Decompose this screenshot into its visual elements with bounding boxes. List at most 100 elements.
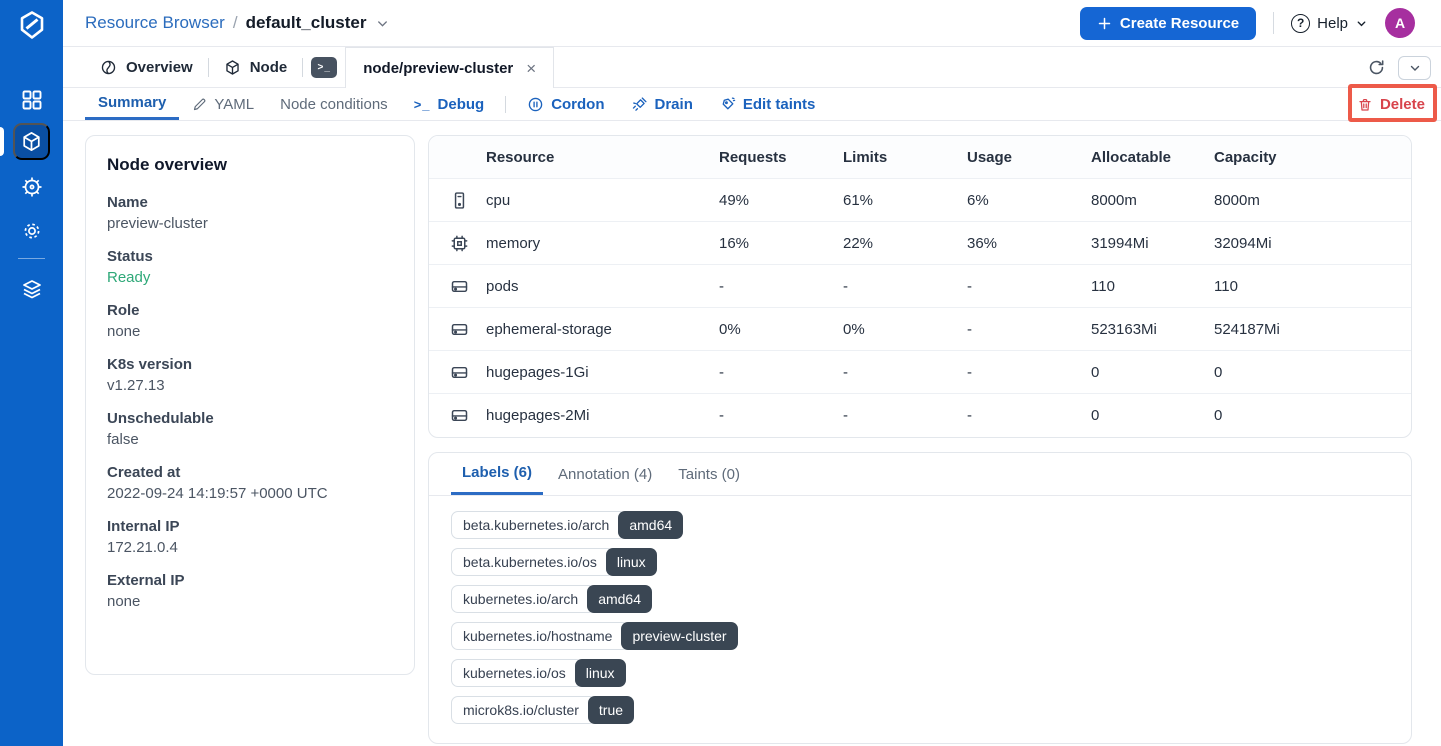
chevron-down-icon[interactable] (375, 16, 390, 31)
active-tab-label: node/preview-cluster (363, 59, 514, 77)
cube-icon (224, 59, 241, 76)
table-header-row: Resource Requests Limits Usage Allocatab… (429, 136, 1411, 179)
toolbar-node-conditions[interactable]: Node conditions (267, 88, 401, 120)
toolbar-divider (505, 95, 507, 113)
drain-label: Drain (654, 95, 693, 113)
field-name: Name preview-cluster (107, 194, 393, 232)
helm-wheel-icon (20, 175, 44, 199)
tab-annotation[interactable]: Annotation (4) (547, 453, 663, 495)
sidebar-item-settings[interactable] (16, 215, 47, 246)
column-capacity: Capacity (1214, 148, 1277, 166)
tab-node-label: Node (249, 58, 288, 76)
field-value: v1.27.13 (107, 377, 165, 394)
field-label: Status (107, 248, 153, 265)
table-row: ephemeral-storage 0% 0% - 523163Mi 52418… (429, 308, 1411, 351)
metadata-card: Labels (6) Annotation (4) Taints (0) bet… (428, 452, 1412, 744)
tab-taints[interactable]: Taints (0) (667, 453, 751, 495)
field-external-ip: External IP none (107, 572, 393, 610)
field-status: Status Ready (107, 248, 393, 286)
refresh-button[interactable] (1367, 58, 1386, 77)
sidebar-item-apps-grid[interactable] (16, 84, 47, 115)
avatar[interactable]: A (1385, 8, 1415, 38)
page-title: Node overview (107, 155, 227, 174)
label-chip: microk8s.io/cluster true (451, 696, 635, 724)
toolbar-summary[interactable]: Summary (85, 88, 180, 120)
tab-options-dropdown-button[interactable] (1398, 55, 1431, 80)
field-label: Role (107, 302, 140, 319)
trash-icon (1357, 97, 1373, 113)
label-key: beta.kubernetes.io/os (451, 548, 614, 576)
sidebar-divider (18, 258, 45, 259)
pencil-icon (192, 97, 207, 112)
field-label: External IP (107, 572, 185, 589)
create-resource-label: Create Resource (1119, 14, 1240, 32)
field-label: Internal IP (107, 518, 180, 535)
close-icon[interactable]: × (526, 60, 536, 77)
drive-icon (448, 362, 470, 383)
metadata-tabs: Labels (6) Annotation (4) Taints (0) (429, 453, 1411, 496)
delete-button[interactable]: Delete (1357, 88, 1425, 121)
tab-terminal[interactable]: >_ (303, 47, 345, 87)
drive-icon (448, 276, 470, 297)
sidebar-item-helm[interactable] (16, 171, 47, 202)
grid-icon (20, 88, 44, 112)
label-value: true (587, 696, 635, 724)
label-value: linux (605, 548, 657, 576)
drive-icon (448, 319, 470, 340)
tab-labels[interactable]: Labels (6) (451, 453, 544, 495)
sidebar-active-indicator (0, 127, 4, 156)
tab-node-preview-cluster[interactable]: node/preview-cluster × (345, 47, 555, 88)
column-limits: Limits (843, 148, 888, 166)
breadcrumb-separator: / (232, 13, 238, 32)
table-row: cpu 49% 61% 6% 8000m 8000m (429, 179, 1411, 222)
header-divider (1273, 12, 1275, 34)
column-usage: Usage (967, 148, 1013, 166)
tab-overview[interactable]: Overview (85, 47, 208, 87)
breadcrumb-resource-browser[interactable]: Resource Browser (85, 13, 225, 33)
help-menu-button[interactable]: ? Help (1291, 13, 1368, 33)
avatar-initial: A (1394, 15, 1406, 31)
field-value: 2022-09-24 14:19:57 +0000 UTC (107, 485, 328, 502)
node-overview-card: Node overview Name preview-cluster Statu… (85, 135, 415, 675)
field-role: Role none (107, 302, 393, 340)
toolbar-yaml[interactable]: YAML (179, 88, 267, 120)
cpu-icon (448, 190, 470, 211)
status-badge: Ready (107, 269, 151, 286)
label-chip: beta.kubernetes.io/os linux (451, 548, 657, 576)
field-value: preview-cluster (107, 215, 208, 232)
gear-icon (20, 219, 44, 243)
app-logo-icon (15, 8, 48, 41)
sidebar-item-resources[interactable] (13, 123, 50, 160)
label-key: beta.kubernetes.io/arch (451, 511, 627, 539)
label-key: kubernetes.io/hostname (451, 622, 630, 650)
field-unschedulable: Unschedulable false (107, 410, 393, 448)
toolbar-drain[interactable]: Drain (618, 88, 706, 120)
breadcrumb-cluster[interactable]: default_cluster (246, 13, 367, 33)
resource-name: memory (486, 234, 541, 252)
label-value: amd64 (587, 585, 652, 613)
debug-label: Debug (437, 95, 485, 113)
table-row: hugepages-2Mi - - - 0 0 (429, 394, 1411, 437)
drive-icon (448, 405, 470, 426)
node-conditions-label: Node conditions (280, 95, 388, 113)
field-k8s-version: K8s version v1.27.13 (107, 356, 393, 394)
column-requests: Requests (719, 148, 787, 166)
label-chip: kubernetes.io/hostname preview-cluster (451, 622, 738, 650)
toolbar-debug[interactable]: >_ Debug (401, 88, 498, 120)
toolbar-edit-taints[interactable]: Edit taints (706, 88, 829, 120)
labels-list: beta.kubernetes.io/arch amd64 beta.kuber… (429, 496, 1411, 743)
create-resource-button[interactable]: Create Resource (1079, 6, 1257, 40)
table-row: pods - - - 110 110 (429, 265, 1411, 308)
toolbar-cordon[interactable]: Cordon (514, 88, 617, 120)
delete-label: Delete (1379, 96, 1425, 113)
overview-icon (100, 59, 117, 76)
terminal-prompt-icon: >_ (413, 96, 431, 112)
cube-icon (20, 130, 43, 153)
sidebar-item-layers[interactable] (16, 273, 47, 304)
label-key: kubernetes.io/os (451, 659, 583, 687)
tab-node[interactable]: Node (209, 47, 303, 87)
field-label: Name (107, 194, 148, 211)
field-value: none (107, 323, 141, 340)
tab-overview-label: Overview (126, 58, 193, 76)
chevron-down-icon (1357, 20, 1366, 26)
